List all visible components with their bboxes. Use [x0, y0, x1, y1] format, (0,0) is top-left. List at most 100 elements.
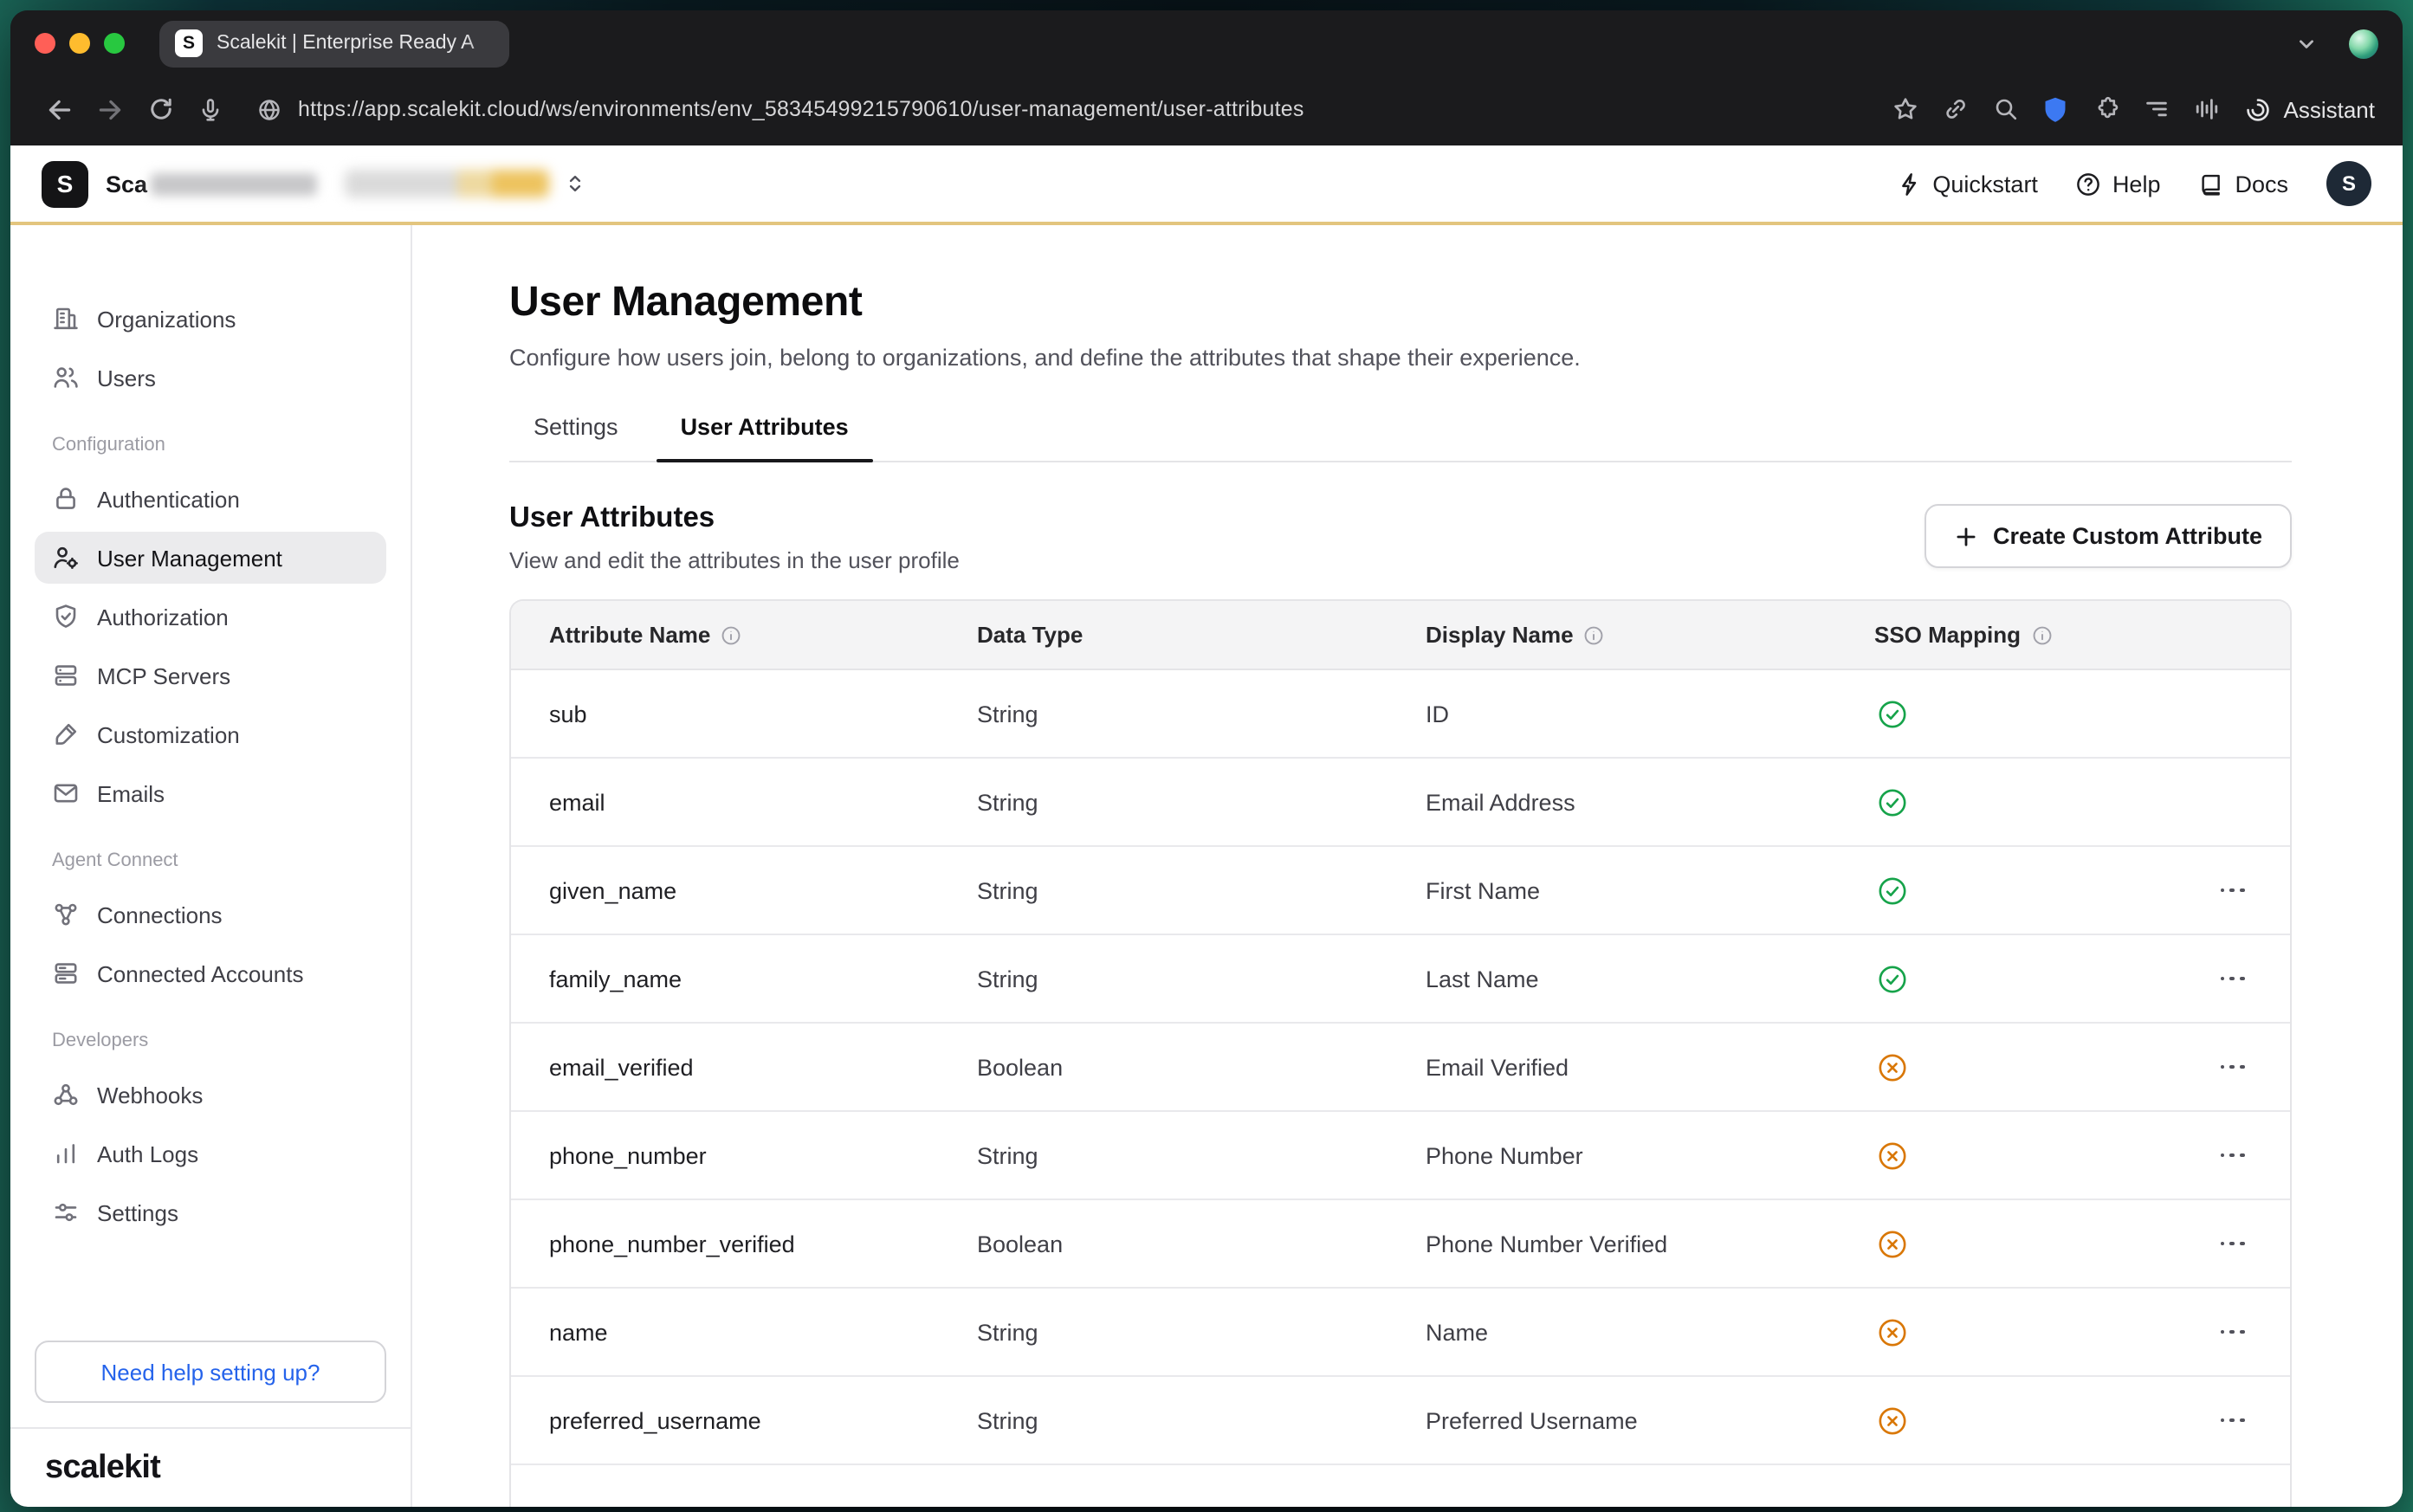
browser-tab[interactable]: S Scalekit | Enterprise Ready A: [159, 20, 509, 67]
row-actions-button[interactable]: [2216, 1407, 2248, 1433]
sidebar-item-user-management[interactable]: User Management: [35, 532, 386, 584]
tab-user-attributes[interactable]: User Attributes: [657, 412, 873, 461]
sidebar-item-label: MCP Servers: [97, 662, 230, 688]
tab-settings[interactable]: Settings: [509, 412, 643, 461]
row-actions-button[interactable]: [2216, 966, 2248, 992]
row-actions-button[interactable]: [2216, 877, 2248, 903]
sidebar-item-settings[interactable]: Settings: [35, 1186, 386, 1238]
sidebar-item-webhooks[interactable]: Webhooks: [35, 1069, 386, 1121]
sidebar-item-label: Users: [97, 365, 156, 391]
attribute-name-cell: name: [511, 1319, 977, 1345]
nodes-icon: [52, 901, 80, 928]
info-icon[interactable]: [1584, 624, 1605, 645]
page-subtitle: Configure how users join, belong to orga…: [509, 343, 2292, 374]
sidebar-item-customization[interactable]: Customization: [35, 708, 386, 760]
sidebar-item-users[interactable]: Users: [35, 352, 386, 404]
minimize-window-button[interactable]: [69, 33, 90, 54]
sidebar-section-label-developers: Developers: [52, 1031, 369, 1051]
sliders-icon: [52, 1199, 80, 1226]
browser-toolbar: https://app.scalekit.cloud/ws/environmen…: [10, 76, 2403, 145]
tab-list-chevron-icon[interactable]: [2293, 30, 2319, 56]
info-icon[interactable]: [2031, 624, 2052, 645]
main-content: User Management Configure how users join…: [412, 225, 2403, 1507]
sidebar-item-auth-logs[interactable]: Auth Logs: [35, 1128, 386, 1179]
reload-button[interactable]: [135, 85, 185, 133]
row-actions-button[interactable]: [2216, 1231, 2248, 1257]
sidebar-item-emails[interactable]: Emails: [35, 767, 386, 819]
display-name-cell: ID: [1426, 701, 1874, 727]
row-actions-button[interactable]: [2216, 1319, 2248, 1345]
sidebar-item-label: Connections: [97, 901, 223, 927]
sidebar-nav: OrganizationsUsersConfigurationAuthentic…: [10, 293, 411, 1323]
need-help-button[interactable]: Need help setting up?: [35, 1341, 386, 1403]
actions-cell: [2186, 966, 2290, 992]
close-window-button[interactable]: [35, 33, 55, 54]
assistant-label: Assistant: [2284, 96, 2376, 122]
brush-icon: [52, 720, 80, 748]
sso-mapping-cell: [1874, 1405, 2186, 1435]
data-type-cell: String: [977, 701, 1426, 727]
actions-cell: [2186, 877, 2290, 903]
table-row-preferred-username: preferred_usernameStringPreferred Userna…: [511, 1377, 2290, 1465]
extensions-puzzle-icon[interactable]: [2081, 85, 2132, 133]
quickstart-label: Quickstart: [1932, 171, 2038, 197]
tab-title: Scalekit | Enterprise Ready A: [217, 33, 474, 54]
display-name-cell: Phone Number Verified: [1426, 1231, 1874, 1257]
plus-icon: [1955, 524, 1979, 548]
sidebar-item-mcp-servers[interactable]: MCP Servers: [35, 649, 386, 701]
actions-cell: [2186, 1407, 2290, 1433]
sso-mapping-cell: [1874, 1052, 2186, 1082]
building-icon: [52, 305, 80, 333]
sidebar-item-label: Settings: [97, 1199, 178, 1225]
user-avatar[interactable]: S: [2326, 161, 2371, 206]
page-tabs: Settings User Attributes: [509, 412, 2292, 462]
window-controls: [35, 33, 125, 54]
sidebar-item-connections[interactable]: Connections: [35, 888, 386, 940]
users-icon: [52, 364, 80, 391]
attribute-name-cell: family_name: [511, 966, 977, 992]
sso-unmapped-icon: [1878, 1140, 1907, 1170]
microphone-icon[interactable]: [185, 85, 236, 133]
zoom-window-button[interactable]: [104, 33, 125, 54]
sidebar-item-authentication[interactable]: Authentication: [35, 473, 386, 525]
attribute-name-cell: preferred_username: [511, 1407, 977, 1433]
browser-profile-avatar[interactable]: [2349, 29, 2378, 58]
book-icon: [2198, 171, 2224, 197]
chart-icon: [52, 1140, 80, 1167]
help-button[interactable]: Help: [2076, 171, 2161, 197]
copy-link-icon[interactable]: [1931, 85, 1981, 133]
create-custom-attribute-button[interactable]: Create Custom Attribute: [1925, 504, 2292, 568]
row-actions-button[interactable]: [2216, 1054, 2248, 1080]
info-icon[interactable]: [721, 624, 741, 645]
table-row-name: nameStringName: [511, 1289, 2290, 1377]
column-header-display-name: Display Name: [1426, 622, 1874, 648]
find-in-page-icon[interactable]: [1981, 85, 2031, 133]
address-bar[interactable]: https://app.scalekit.cloud/ws/environmen…: [256, 96, 1856, 122]
sidebar-item-label: Emails: [97, 780, 165, 806]
shield-extension-icon[interactable]: [2031, 85, 2081, 133]
docs-button[interactable]: Docs: [2198, 171, 2288, 197]
page-title: User Management: [509, 277, 2292, 329]
workspace-switcher-chevron-icon[interactable]: [563, 171, 587, 196]
sidebar-item-authorization[interactable]: Authorization: [35, 591, 386, 643]
attribute-name-cell: phone_number_verified: [511, 1231, 977, 1257]
filter-lines-icon[interactable]: [2132, 85, 2182, 133]
waveform-icon[interactable]: [2182, 85, 2232, 133]
forward-button[interactable]: [85, 85, 135, 133]
data-type-cell: String: [977, 966, 1426, 992]
display-name-cell: Email Verified: [1426, 1054, 1874, 1080]
sso-unmapped-icon: [1878, 1052, 1907, 1082]
table-row-given-name: given_nameStringFirst Name: [511, 847, 2290, 935]
bookmark-star-icon[interactable]: [1880, 85, 1931, 133]
table-row-partial: [511, 1465, 2290, 1507]
back-button[interactable]: [35, 85, 85, 133]
sidebar-item-organizations[interactable]: Organizations: [35, 293, 386, 345]
quickstart-button[interactable]: Quickstart: [1896, 171, 2038, 197]
server-icon: [52, 662, 80, 689]
assistant-button[interactable]: Assistant: [2246, 96, 2383, 122]
row-actions-button[interactable]: [2216, 1142, 2248, 1168]
actions-cell: [2186, 1142, 2290, 1168]
display-name-cell: First Name: [1426, 877, 1874, 903]
section-title: User Attributes: [509, 501, 960, 535]
sidebar-item-connected-accounts[interactable]: Connected Accounts: [35, 947, 386, 999]
